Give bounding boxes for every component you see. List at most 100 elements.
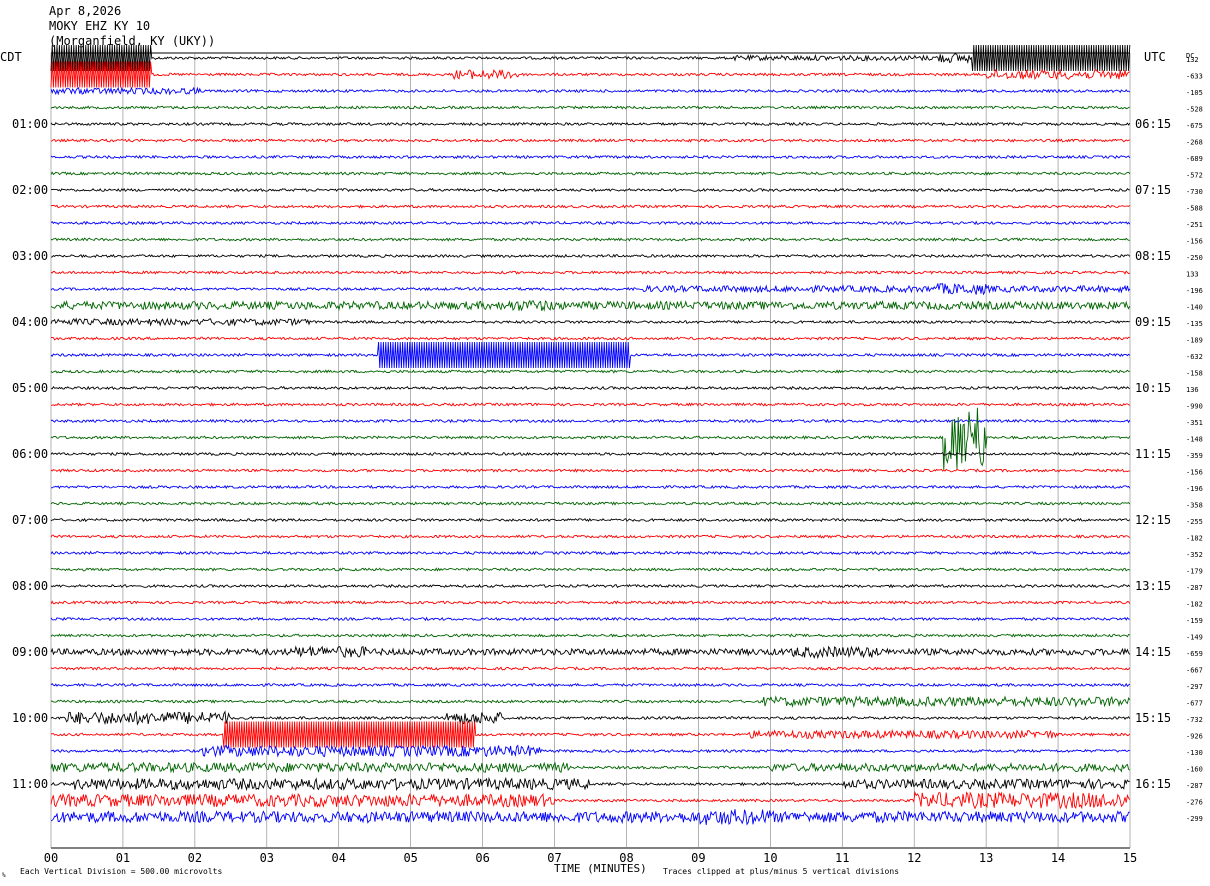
dc-offset-label: -105 xyxy=(1186,89,1203,97)
x-axis-label: TIME (MINUTES) xyxy=(554,862,647,875)
dc-offset-label: -351 xyxy=(1186,419,1203,427)
trace-row-23 xyxy=(50,407,1131,471)
trace-row-43 xyxy=(50,761,1131,774)
trace-row-8 xyxy=(50,187,1130,193)
dc-offset-label: -156 xyxy=(1186,469,1203,477)
dc-offset-label: -140 xyxy=(1186,304,1203,312)
right-hour-label: 10:15 xyxy=(1135,381,1171,395)
trace-row-12 xyxy=(50,253,1131,259)
dc-offset-label: -189 xyxy=(1186,337,1203,345)
trace-row-35 xyxy=(50,633,1130,638)
dc-offset-label: -268 xyxy=(1186,139,1203,147)
dc-offset-label: -179 xyxy=(1186,568,1203,576)
trace-row-15 xyxy=(50,299,1131,312)
dc-offset-label: -287 xyxy=(1186,584,1203,592)
x-tick-label: 06 xyxy=(475,851,489,865)
left-hour-label: 10:00 xyxy=(12,711,48,725)
trace-row-9 xyxy=(50,204,1131,209)
x-tick-label: 12 xyxy=(907,851,921,865)
trace-row-37 xyxy=(50,666,1131,671)
trace-row-45 xyxy=(50,790,1131,810)
trace-row-26 xyxy=(51,484,1131,490)
trace-row-36 xyxy=(50,645,1131,660)
trace-row-4 xyxy=(50,121,1131,127)
trace-row-40 xyxy=(50,710,1131,726)
x-tick-label: 00 xyxy=(44,851,58,865)
trace-row-25 xyxy=(50,468,1130,473)
trace-row-11 xyxy=(50,237,1130,242)
trace-row-39 xyxy=(50,695,1131,708)
trace-row-13 xyxy=(50,270,1131,275)
dc-offset-label: -182 xyxy=(1186,535,1203,543)
right-hour-label: 12:15 xyxy=(1135,513,1171,527)
dc-offset-label: -633 xyxy=(1186,73,1203,81)
left-hour-label: 11:00 xyxy=(12,777,48,791)
dc-offset-label: -352 xyxy=(1186,551,1203,559)
dc-offset-label: -299 xyxy=(1186,815,1203,823)
left-hour-label: 07:00 xyxy=(12,513,48,527)
trace-row-31 xyxy=(50,567,1131,572)
trace-row-18 xyxy=(50,341,1131,369)
dc-offset-label: -528 xyxy=(1186,106,1203,114)
trace-row-20 xyxy=(50,385,1131,391)
right-hour-label: 16:15 xyxy=(1135,777,1171,791)
left-hour-label: 03:00 xyxy=(12,249,48,263)
dc-offset-label: -135 xyxy=(1186,320,1203,328)
dc-offset-label: -632 xyxy=(1186,353,1203,361)
right-hour-label: 11:15 xyxy=(1135,447,1171,461)
right-hour-label: 15:15 xyxy=(1135,711,1171,725)
x-tick-label: 01 xyxy=(116,851,130,865)
left-hour-label: 05:00 xyxy=(12,381,48,395)
trace-row-7 xyxy=(50,171,1131,176)
right-hour-label: 07:15 xyxy=(1135,183,1171,197)
x-tick-label: 14 xyxy=(1051,851,1065,865)
x-tick-label: 11 xyxy=(835,851,849,865)
dc-offset-label: -130 xyxy=(1186,749,1203,757)
right-hour-label: 13:15 xyxy=(1135,579,1171,593)
dc-offset-label: -588 xyxy=(1186,205,1203,213)
dc-offset-label: 132 xyxy=(1186,56,1199,64)
left-hour-label: 08:00 xyxy=(12,579,48,593)
corner-mark: % xyxy=(2,872,6,879)
left-hour-label: 04:00 xyxy=(12,315,48,329)
trace-row-14 xyxy=(50,283,1131,296)
dc-offset-label: -358 xyxy=(1186,502,1203,510)
left-hour-label: 09:00 xyxy=(12,645,48,659)
dc-offset-label: -196 xyxy=(1186,485,1203,493)
x-tick-label: 15 xyxy=(1123,851,1137,865)
dc-offset-label: -148 xyxy=(1186,436,1203,444)
date-label: Apr 8,2026 xyxy=(49,4,122,18)
trace-row-0 xyxy=(50,44,1131,72)
dc-offset-label: -732 xyxy=(1186,716,1203,724)
dc-offset-label: 133 xyxy=(1186,271,1199,279)
seismogram-plot: 01:00 02:00 03:00 04:00 05:00 06:00 07:00 08:00… xyxy=(12,44,1203,865)
left-hour-label: 01:00 xyxy=(12,117,48,131)
trace-row-44 xyxy=(50,776,1130,792)
right-hour-label: 08:15 xyxy=(1135,249,1171,263)
dc-offset-label: -572 xyxy=(1186,172,1203,180)
x-tick-label: 05 xyxy=(403,851,417,865)
dc-offset-label: -159 xyxy=(1186,617,1203,625)
x-tick-label: 03 xyxy=(260,851,274,865)
trace-row-16 xyxy=(50,317,1130,327)
x-tick-label: 13 xyxy=(979,851,993,865)
trace-row-19 xyxy=(50,369,1130,374)
dc-offset-label: -659 xyxy=(1186,650,1203,658)
trace-row-10 xyxy=(50,220,1131,226)
trace-row-28 xyxy=(50,517,1131,523)
trace-row-32 xyxy=(50,583,1131,589)
x-tick-label: 10 xyxy=(763,851,777,865)
dc-offset-label: -675 xyxy=(1186,122,1203,130)
dc-offset-label: -276 xyxy=(1186,799,1203,807)
dc-offset-label: -160 xyxy=(1186,766,1203,774)
division-note: Each Vertical Division = 500.00 microvol… xyxy=(20,867,223,876)
location-label: (Morganfield, KY (UKY)) xyxy=(49,34,216,48)
left-hour-label: 02:00 xyxy=(12,183,48,197)
right-timezone-label: UTC xyxy=(1144,50,1166,64)
trace-row-5 xyxy=(50,138,1130,143)
dc-offset-label: -196 xyxy=(1186,287,1203,295)
dc-offset-label: -287 xyxy=(1186,782,1203,790)
trace-row-24 xyxy=(50,451,1130,457)
dc-offset-label: -926 xyxy=(1186,733,1203,741)
right-hour-label: 09:15 xyxy=(1135,315,1171,329)
